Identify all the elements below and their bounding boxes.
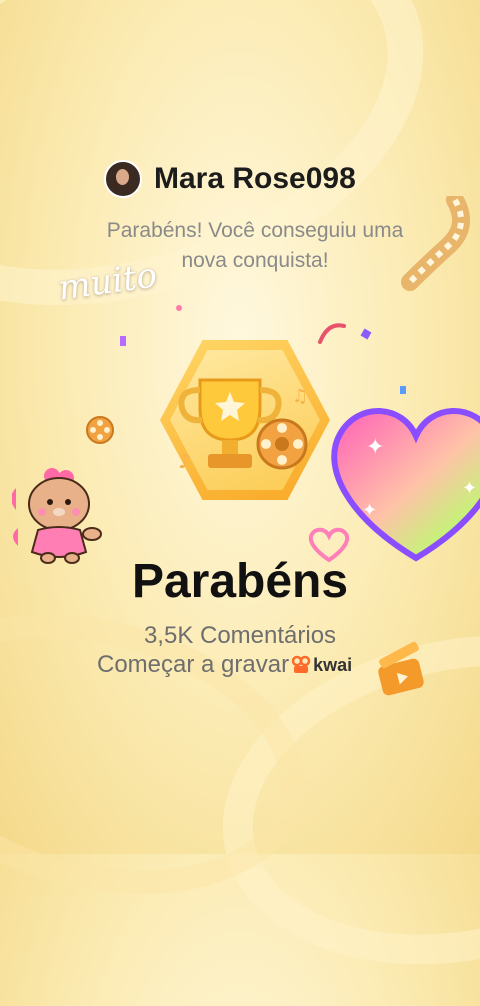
record-label: Começar a gravar bbox=[97, 651, 290, 678]
avatar[interactable] bbox=[104, 160, 142, 198]
achievement-badge[interactable]: ♪ ♫ bbox=[160, 340, 330, 500]
kwai-logo-icon bbox=[291, 655, 311, 673]
start-recording-link[interactable]: Começar a gravar kwai bbox=[97, 651, 352, 679]
kwai-brand: kwai bbox=[313, 654, 353, 675]
bear-sticker-icon bbox=[12, 468, 102, 564]
confetti-violet bbox=[120, 336, 126, 346]
svg-text:✦: ✦ bbox=[366, 435, 384, 460]
confetti-blue bbox=[400, 386, 406, 394]
svg-text:✦: ✦ bbox=[362, 500, 377, 521]
svg-text:♫: ♫ bbox=[292, 386, 308, 407]
svg-text:✦: ✦ bbox=[462, 478, 477, 499]
confetti-pink bbox=[176, 305, 182, 311]
headline: Parabéns bbox=[131, 555, 349, 608]
svg-text:♪: ♪ bbox=[178, 449, 191, 473]
user-header: Mara Rose098 bbox=[104, 160, 356, 198]
film-reel-icon bbox=[86, 416, 114, 444]
film-strip-icon bbox=[401, 196, 470, 291]
clapperboard-icon bbox=[378, 641, 424, 696]
trophy-icon: ♪ ♫ bbox=[178, 378, 308, 473]
username[interactable]: Mara Rose098 bbox=[154, 162, 356, 196]
confetti-purple bbox=[360, 328, 372, 340]
